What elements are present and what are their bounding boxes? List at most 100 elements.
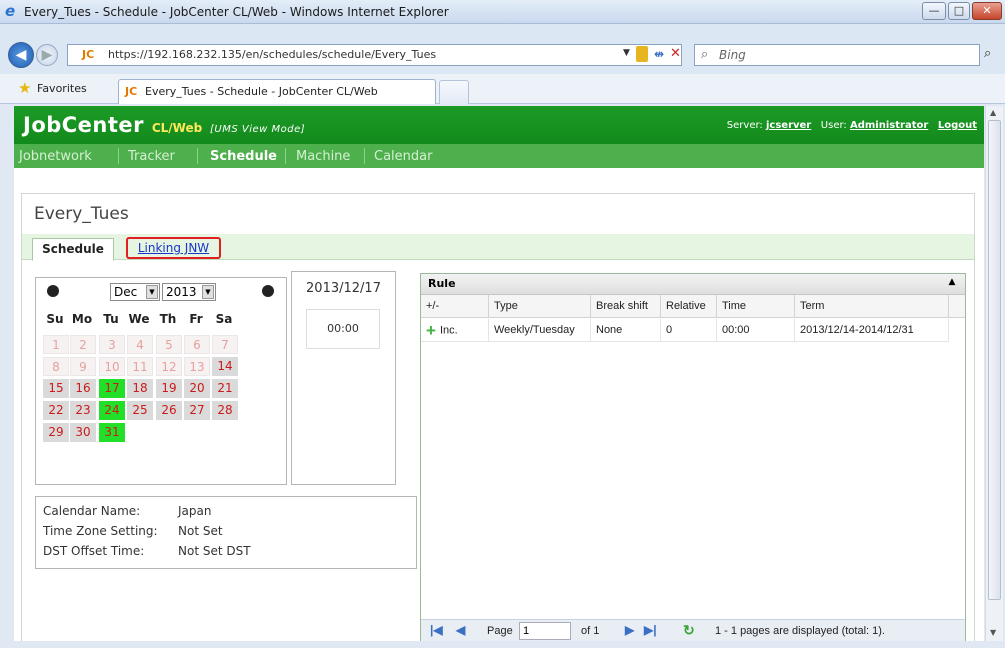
calendar-day[interactable]: 17 xyxy=(99,379,125,398)
calendar-day[interactable]: 5 xyxy=(156,335,182,354)
year-select[interactable]: 2013 ▼ xyxy=(162,283,216,301)
calendar-day[interactable]: 10 xyxy=(99,357,125,376)
window-title: Every_Tues - Schedule - JobCenter CL/Web… xyxy=(24,5,449,19)
back-button[interactable]: ◀ xyxy=(8,42,34,68)
month-select[interactable]: Dec ▼ xyxy=(110,283,160,301)
calendar-name-row: Calendar Name: Japan xyxy=(43,504,211,518)
calendar-day[interactable]: 21 xyxy=(212,379,238,398)
calendar-day[interactable]: 1 xyxy=(43,335,69,354)
calendar-day[interactable]: 19 xyxy=(156,379,182,398)
calendar-day[interactable]: 11 xyxy=(127,357,153,376)
table-row-type[interactable]: Weekly/Tuesday xyxy=(489,319,591,342)
web-page: JobCenter CL/Web [UMS View Mode] Server:… xyxy=(14,106,984,641)
forward-button[interactable]: ▶ xyxy=(36,44,58,66)
calendar-day[interactable]: 8 xyxy=(43,357,69,376)
calendar-day[interactable]: 13 xyxy=(184,357,210,376)
calendar-day[interactable]: 30 xyxy=(70,423,96,442)
user-label: User: xyxy=(820,120,847,131)
calendar-day[interactable]: 22 xyxy=(43,401,69,420)
calendar-day[interactable]: 18 xyxy=(127,379,153,398)
prev-page-icon[interactable]: ◀ xyxy=(456,623,465,637)
col-relative[interactable]: Relative xyxy=(661,295,717,318)
compat-view-icon[interactable]: ↮ xyxy=(654,47,664,61)
calendar-day[interactable]: 25 xyxy=(127,401,153,420)
calendar-day[interactable]: 3 xyxy=(99,335,125,354)
view-mode: [UMS View Mode] xyxy=(210,124,306,135)
calendar-day[interactable]: 26 xyxy=(156,401,182,420)
table-row-sign[interactable]: + Inc. xyxy=(421,319,489,342)
tab-linking-jnw[interactable]: Linking JNW xyxy=(126,237,221,259)
menu-item-tracker[interactable]: Tracker xyxy=(128,149,175,164)
col-term[interactable]: Term xyxy=(795,295,949,318)
search-button-icon[interactable]: ⌕ xyxy=(984,46,991,61)
grid-title-bar: Rule ▲ xyxy=(421,274,965,295)
calendar-day[interactable]: 28 xyxy=(212,401,238,420)
col-type[interactable]: Type xyxy=(489,295,591,318)
user-link[interactable]: Administrator xyxy=(850,120,928,131)
calendar-day[interactable]: 14 xyxy=(212,357,238,376)
pager-status: 1 - 1 pages are displayed (total: 1). xyxy=(715,625,885,637)
grid-column-header: +/- Type Break shift Relative Time Term xyxy=(421,295,965,318)
menu-item-schedule[interactable]: Schedule xyxy=(210,149,277,164)
calendar-day[interactable]: 24 xyxy=(99,401,125,420)
lock-icon[interactable] xyxy=(636,46,648,62)
stop-icon[interactable]: ✕ xyxy=(670,46,681,61)
favorites-label[interactable]: Favorites xyxy=(37,82,87,95)
favorites-star-icon[interactable]: ★ xyxy=(18,79,31,97)
brand-sub: CL/Web xyxy=(151,121,203,135)
new-tab-button[interactable] xyxy=(439,80,469,104)
calendar-day[interactable]: 20 xyxy=(184,379,210,398)
browser-tab[interactable]: JC Every_Tues - Schedule - JobCenter CL/… xyxy=(118,79,436,104)
col-time[interactable]: Time xyxy=(717,295,795,318)
tab-favicon: JC xyxy=(125,85,138,98)
calendar-day[interactable]: 7 xyxy=(212,335,238,354)
calendar-day[interactable]: 23 xyxy=(70,401,96,420)
maximize-button[interactable]: □ xyxy=(948,2,970,20)
table-row-relative[interactable]: 0 xyxy=(661,319,717,342)
calendar-day[interactable]: 6 xyxy=(184,335,210,354)
next-page-icon[interactable]: ▶ xyxy=(625,623,634,637)
page-scrollbar[interactable]: ▲ ▼ xyxy=(985,106,1003,641)
last-page-icon[interactable]: ▶| xyxy=(644,623,657,637)
table-row-time[interactable]: 00:00 xyxy=(717,319,795,342)
prev-month-icon[interactable] xyxy=(47,285,59,297)
scroll-up-icon[interactable]: ▲ xyxy=(990,108,996,117)
dropdown-arrow-icon[interactable]: ▼ xyxy=(623,48,630,58)
menu-item-jobnetwork[interactable]: Jobnetwork xyxy=(19,149,92,164)
address-bar[interactable]: JC https://192.168.232.135/en/schedules/… xyxy=(67,44,682,66)
calendar-day[interactable]: 29 xyxy=(43,423,69,442)
logout-link[interactable]: Logout xyxy=(938,120,977,131)
calendar-day[interactable]: 4 xyxy=(127,335,153,354)
weekday-label: Tu xyxy=(103,312,119,326)
dst-row: DST Offset Time: Not Set DST xyxy=(43,544,251,558)
close-window-button[interactable]: ✕ xyxy=(972,2,1002,20)
col-break-shift[interactable]: Break shift xyxy=(591,295,661,318)
menu-item-machine[interactable]: Machine xyxy=(296,149,350,164)
calendar-day[interactable]: 16 xyxy=(70,379,96,398)
collapse-icon[interactable]: ▲ xyxy=(945,277,959,291)
calendar-day[interactable]: 2 xyxy=(70,335,96,354)
scrollbar-thumb[interactable] xyxy=(988,120,1001,600)
menu-divider xyxy=(285,148,286,164)
search-box[interactable]: ⌕ Bing xyxy=(694,44,980,66)
grid-pager: |◀ ◀ Page of 1 ▶ ▶| ↻ 1 - 1 pages are di… xyxy=(421,619,965,641)
search-magnifier-icon: ⌕ xyxy=(701,47,709,62)
minimize-button[interactable]: — xyxy=(922,2,946,20)
col-sign[interactable]: +/- xyxy=(421,295,489,318)
first-page-icon[interactable]: |◀ xyxy=(430,623,443,637)
table-row-break-shift[interactable]: None xyxy=(591,319,661,342)
calendar-day[interactable]: 31 xyxy=(99,423,125,442)
scroll-down-icon[interactable]: ▼ xyxy=(990,628,996,637)
calendar-day[interactable]: 27 xyxy=(184,401,210,420)
page-number-input[interactable] xyxy=(519,622,571,640)
next-month-icon[interactable] xyxy=(262,285,274,297)
tab-schedule[interactable]: Schedule xyxy=(32,238,114,261)
menu-item-calendar[interactable]: Calendar xyxy=(374,149,432,164)
address-toolbar: ◀ ▶ JC https://192.168.232.135/en/schedu… xyxy=(0,24,1005,74)
calendar-day[interactable]: 15 xyxy=(43,379,69,398)
refresh-icon[interactable]: ↻ xyxy=(683,622,695,639)
calendar-day[interactable]: 12 xyxy=(156,357,182,376)
server-link[interactable]: jcserver xyxy=(766,120,811,131)
calendar-day[interactable]: 9 xyxy=(70,357,96,376)
table-row-term[interactable]: 2013/12/14-2014/12/31 xyxy=(795,319,949,342)
